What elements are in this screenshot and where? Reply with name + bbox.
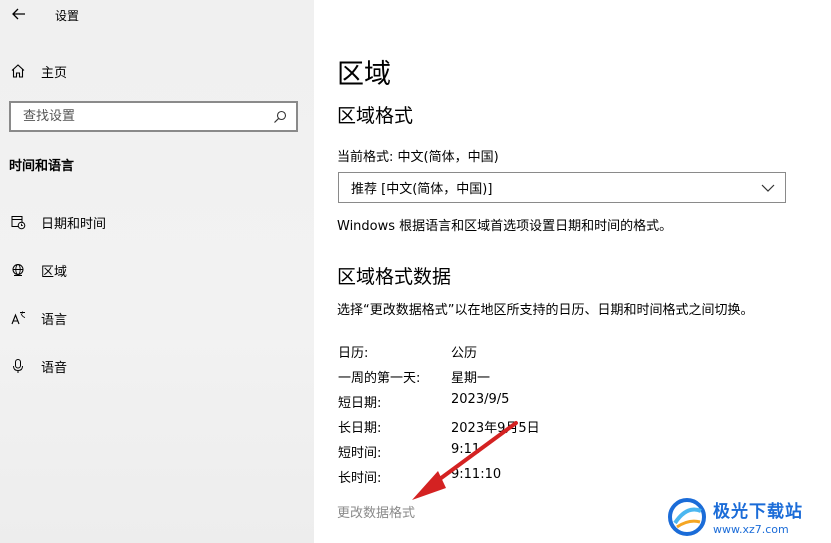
back-arrow-icon — [12, 8, 25, 20]
long-time-value: 9:11:10 — [451, 467, 502, 482]
long-date-value: 2023年9月5日 — [451, 421, 540, 436]
watermark-text: 极光下载站 www.xz7.com — [713, 497, 803, 536]
region-format-dropdown[interactable]: 推荐 [中文(简体，中国)] — [338, 172, 786, 203]
current-format-label: 当前格式: 中文(简体，中国) — [337, 150, 499, 165]
dropdown-selected-value: 推荐 [中文(简体，中国)] — [351, 182, 493, 197]
window-title: 设置 — [55, 9, 80, 23]
watermark: 极光下载站 www.xz7.com — [667, 490, 831, 543]
long-date-label: 长日期: — [338, 421, 382, 436]
language-icon — [8, 310, 28, 326]
sidebar-item-region[interactable]: 区域 — [0, 254, 314, 286]
back-button[interactable] — [8, 3, 30, 25]
title-bar: 设置 — [0, 0, 314, 30]
calendar-clock-icon — [8, 214, 28, 230]
microphone-icon — [8, 358, 28, 374]
globe-icon — [8, 262, 28, 278]
first-day-value: 星期一 — [451, 371, 491, 386]
short-date-label: 短日期: — [338, 396, 382, 411]
format-data-heading: 区域格式数据 — [337, 266, 452, 288]
first-day-label: 一周的第一天: — [338, 371, 421, 386]
sidebar-item-label: 主页 — [41, 65, 68, 81]
short-time-label: 短时间: — [338, 446, 382, 461]
sidebar-item-date-time[interactable]: 日期和时间 — [0, 206, 314, 238]
sidebar-item-home[interactable]: 主页 — [0, 55, 314, 87]
sidebar-item-label: 语言 — [41, 312, 68, 328]
chevron-down-icon — [761, 184, 775, 192]
main-content: 区域 区域格式 当前格式: 中文(简体，中国) 推荐 [中文(简体，中国)] W… — [314, 0, 831, 543]
long-time-label: 长时间: — [338, 471, 382, 486]
calendar-value: 公历 — [451, 346, 478, 361]
watermark-name: 极光下载站 — [713, 502, 803, 522]
short-date-value: 2023/9/5 — [451, 392, 510, 407]
short-time-value: 9:11 — [451, 442, 481, 457]
page-title: 区域 — [337, 59, 391, 90]
sidebar-item-label: 语音 — [41, 360, 68, 376]
format-data-description: 选择“更改数据格式”以在地区所支持的日历、日期和时间格式之间切换。 — [337, 303, 754, 318]
calendar-label: 日历: — [338, 346, 369, 361]
sidebar-item-label: 日期和时间 — [41, 216, 107, 232]
home-icon — [8, 63, 28, 79]
search-field[interactable] — [9, 101, 298, 132]
sidebar-item-speech[interactable]: 语音 — [0, 350, 314, 382]
sidebar-item-label: 区域 — [41, 264, 68, 280]
sidebar: 设置 主页 时间和语言 日期和时间 — [0, 0, 314, 543]
change-data-format-link[interactable]: 更改数据格式 — [337, 502, 415, 521]
sidebar-item-language[interactable]: 语言 — [0, 302, 314, 334]
region-format-description: Windows 根据语言和区域首选项设置日期和时间的格式。 — [337, 219, 673, 234]
region-format-heading: 区域格式 — [337, 105, 414, 127]
search-input[interactable] — [23, 109, 263, 124]
watermark-logo-icon — [668, 497, 706, 536]
watermark-url: www.xz7.com — [713, 523, 789, 536]
section-title: 时间和语言 — [9, 159, 75, 174]
search-icon — [274, 110, 287, 123]
